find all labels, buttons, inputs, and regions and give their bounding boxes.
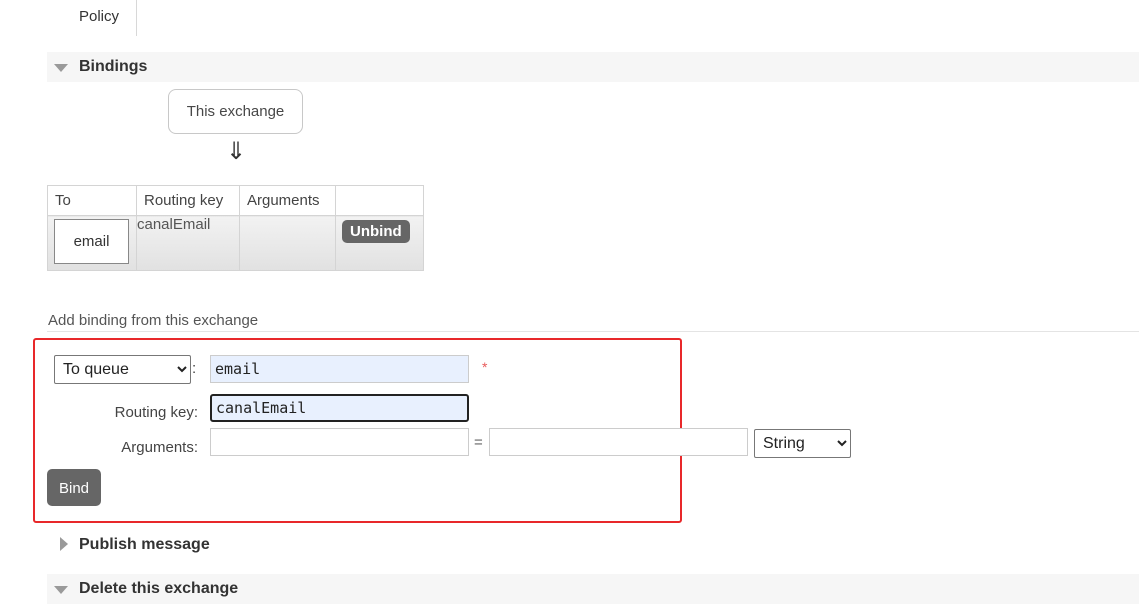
tab-policy[interactable]: Policy (62, 0, 137, 36)
expand-triangle-icon (60, 537, 68, 551)
add-binding-title: Add binding from this exchange (48, 312, 259, 329)
destination-input[interactable] (210, 355, 469, 383)
delete-exchange-section-header[interactable]: Delete this exchange (47, 574, 1139, 604)
cell-to: email (47, 215, 137, 271)
header-to: To (47, 185, 137, 216)
down-arrow-icon: ⇓ (226, 138, 247, 165)
divider (47, 331, 1139, 332)
cell-routing-key: canalEmail (136, 215, 240, 271)
argument-value-input[interactable] (489, 428, 748, 456)
collapse-triangle-icon (54, 586, 68, 594)
colon-label: : (192, 360, 197, 377)
cell-actions: Unbind (335, 215, 424, 271)
routing-key-input[interactable] (210, 394, 469, 422)
header-routing-key: Routing key (136, 185, 240, 216)
bindings-title: Bindings (79, 58, 148, 75)
routing-key-label: Routing key: (114, 404, 198, 421)
argument-type-select[interactable]: String Number Boolean List (754, 429, 851, 458)
bindings-section-header[interactable]: Bindings (47, 52, 1139, 82)
equals-sign: = (474, 434, 483, 451)
header-actions (335, 185, 424, 216)
table-row: email canalEmail Unbind (47, 215, 424, 271)
collapse-triangle-icon (54, 64, 68, 72)
publish-message-section-header[interactable]: Publish message (47, 530, 1139, 560)
cell-arguments (239, 215, 336, 271)
destination-type-select[interactable]: To queue To exchange (54, 355, 191, 384)
this-exchange-node: This exchange (168, 89, 303, 134)
argument-key-input[interactable] (210, 428, 469, 456)
delete-exchange-title: Delete this exchange (79, 580, 239, 597)
header-arguments: Arguments (239, 185, 336, 216)
table-header-row: To Routing key Arguments (47, 185, 424, 216)
bind-button[interactable]: Bind (47, 469, 101, 506)
unbind-button[interactable]: Unbind (342, 220, 410, 243)
required-mark: * (482, 359, 488, 375)
arguments-label: Arguments: (121, 439, 198, 456)
publish-message-title: Publish message (79, 536, 210, 553)
bindings-table: To Routing key Arguments email canalEmai… (47, 185, 424, 271)
queue-link-email[interactable]: email (54, 219, 129, 264)
